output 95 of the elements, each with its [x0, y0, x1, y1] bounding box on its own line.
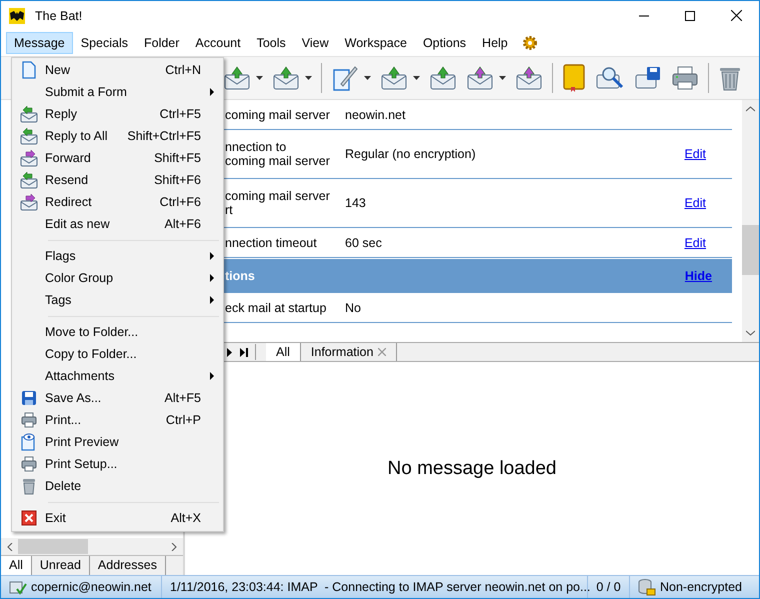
- menu-bar-item[interactable]: Options: [414, 32, 474, 54]
- window-title: The Bat!: [35, 8, 82, 22]
- menu-item[interactable]: Flags: [12, 245, 223, 267]
- menu-item[interactable]: Save As... Alt+F5: [12, 387, 223, 409]
- close-icon: [730, 10, 742, 21]
- menu-item[interactable]: New Ctrl+N: [12, 59, 223, 81]
- document-eye-icon: [21, 433, 36, 451]
- scroll-left-icon[interactable]: [6, 542, 14, 550]
- next-arrow-icon[interactable]: [225, 348, 233, 356]
- menu-bar-item[interactable]: View: [294, 32, 337, 54]
- setting-label: coming mail server: [225, 108, 331, 122]
- scroll-thumb[interactable]: [18, 539, 88, 554]
- setting-label: nnection timeout: [225, 236, 318, 250]
- envelope-icon: [20, 106, 38, 122]
- message-counter: 0 / 0: [596, 580, 621, 594]
- envelope-icon[interactable]: [466, 65, 494, 91]
- envelope-icon: [20, 194, 38, 210]
- menu-item[interactable]: Attachments: [12, 365, 223, 387]
- setting-value: Regular (no encryption): [345, 147, 477, 161]
- folder-tab[interactable]: All: [1, 556, 32, 575]
- caret-icon[interactable]: [364, 76, 371, 80]
- caret-icon[interactable]: [499, 76, 506, 80]
- menu-item[interactable]: Print... Ctrl+P: [12, 409, 223, 431]
- caret-icon[interactable]: [305, 76, 312, 80]
- last-arrow-icon[interactable]: [239, 348, 249, 356]
- scroll-right-icon[interactable]: [170, 542, 178, 550]
- setting-value: No: [345, 300, 362, 314]
- scroll-up-icon[interactable]: [746, 106, 755, 112]
- setting-label: eck mail at startup: [225, 300, 328, 314]
- menu-item[interactable]: Delete: [12, 475, 223, 497]
- document-pen-icon[interactable]: [331, 64, 359, 92]
- menu-item[interactable]: Forward Shift+F5: [12, 147, 223, 169]
- menu-item[interactable]: Tags: [12, 289, 223, 311]
- edit-link[interactable]: Edit: [684, 147, 706, 161]
- message-tab[interactable]: Information: [300, 343, 398, 361]
- printer-icon[interactable]: [671, 65, 699, 91]
- envelope-icon[interactable]: [515, 65, 543, 91]
- menu-item[interactable]: Print Setup...: [12, 453, 223, 475]
- envelope-icon[interactable]: [429, 65, 457, 91]
- empty-message-text: No message loaded: [388, 458, 556, 480]
- setting-value: 143: [345, 196, 367, 210]
- trash-can-icon: [22, 478, 36, 494]
- status-account: copernic@neowin.net: [31, 580, 152, 594]
- menu-item[interactable]: Exit Alt+X: [12, 507, 223, 529]
- floppy-disk-icon[interactable]: [634, 65, 662, 91]
- envelope-icon: [20, 128, 38, 144]
- envelope-icon: [20, 172, 38, 188]
- menu-item[interactable]: Redirect Ctrl+F6: [12, 191, 223, 213]
- envelope-icon[interactable]: [223, 65, 251, 91]
- envelope-icon: [20, 150, 38, 166]
- caret-icon[interactable]: [413, 76, 420, 80]
- scroll-thumb[interactable]: [742, 225, 759, 275]
- gear-icon[interactable]: [522, 35, 538, 51]
- menu-bar-item[interactable]: Help: [474, 32, 516, 54]
- menu-bar-item[interactable]: Specials: [72, 32, 136, 54]
- setting-label: coming mail server rt: [225, 189, 331, 217]
- setting-value: 60 sec: [345, 236, 383, 250]
- status-log: 1/11/2016, 23:03:44: IMAP - Connecting to IMAP server neowin.net on po...: [170, 580, 590, 594]
- edit-link[interactable]: Edit: [684, 236, 706, 250]
- menu-item[interactable]: Copy to Folder...: [12, 343, 223, 365]
- menu-item[interactable]: Color Group: [12, 267, 223, 289]
- account-icon: [9, 579, 27, 595]
- menu-bar-item[interactable]: Folder: [136, 32, 188, 54]
- section-title: tions: [225, 269, 256, 283]
- menu-bar-item[interactable]: Tools: [248, 32, 294, 54]
- printer-icon: [20, 456, 36, 472]
- scroll-down-icon[interactable]: [746, 330, 755, 336]
- menu-item[interactable]: Resend Shift+F6: [12, 169, 223, 191]
- bat-logo-icon: [8, 6, 26, 24]
- menu-bar-item[interactable]: Message: [6, 32, 73, 54]
- maximize-icon: [685, 10, 695, 20]
- caret-icon[interactable]: [256, 76, 263, 80]
- menu-item[interactable]: Reply Ctrl+F5: [12, 103, 223, 125]
- envelope-icon[interactable]: [380, 65, 408, 91]
- menu-item[interactable]: Reply to All Shift+Ctrl+F5: [12, 125, 223, 147]
- menu-item[interactable]: Submit a Form: [12, 81, 223, 103]
- database-lock-icon: [638, 578, 656, 596]
- menu-item[interactable]: Print Preview: [12, 431, 223, 453]
- printer-icon: [20, 412, 36, 428]
- edit-link[interactable]: Edit: [684, 196, 706, 210]
- setting-value: neowin.net: [345, 108, 406, 122]
- vertical-scrollbar[interactable]: [742, 100, 759, 342]
- menu-bar-item[interactable]: Account: [187, 32, 249, 54]
- encryption-status: Non-encrypted: [660, 580, 742, 594]
- document-icon: [22, 61, 36, 79]
- menu-item[interactable]: Move to Folder...: [12, 321, 223, 343]
- book-icon[interactable]: [562, 63, 586, 93]
- menu-item[interactable]: Edit as new Alt+F6: [12, 213, 223, 235]
- setting-label: nnection to coming mail server: [225, 140, 331, 168]
- message-tab[interactable]: All: [266, 343, 301, 361]
- search-icon[interactable]: [595, 65, 625, 91]
- envelope-icon[interactable]: [272, 65, 300, 91]
- horizontal-scrollbar[interactable]: [1, 538, 183, 555]
- menu-bar-item[interactable]: Workspace: [336, 32, 415, 54]
- exit-icon: [20, 510, 36, 526]
